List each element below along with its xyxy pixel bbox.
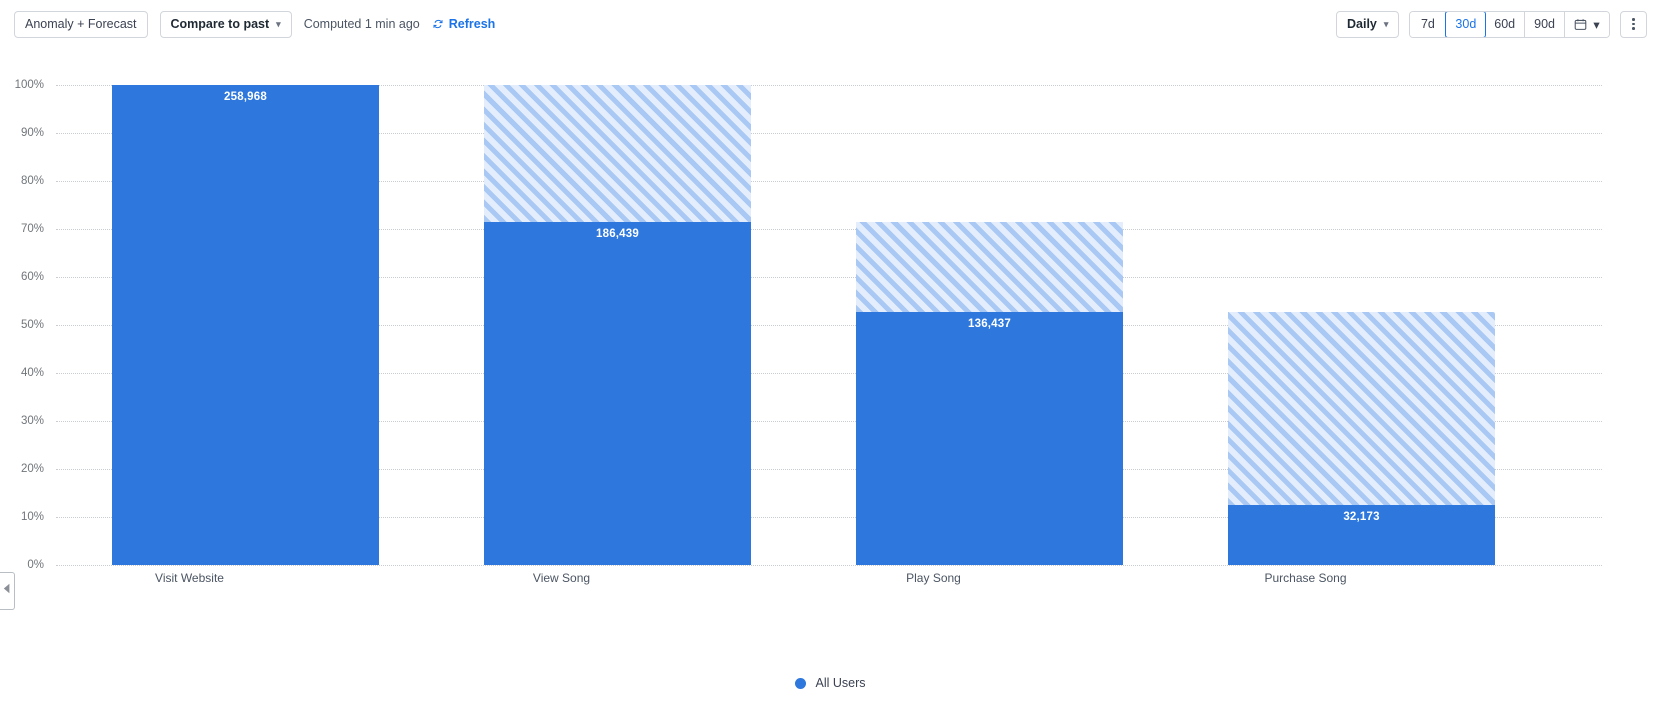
date-range-segmented-control: 7d 30d 60d 90d ▾ <box>1409 10 1610 38</box>
granularity-dropdown[interactable]: Daily ▾ <box>1336 10 1400 38</box>
compare-to-past-label: Compare to past <box>170 17 270 31</box>
bar-solid-view-song[interactable] <box>484 222 751 565</box>
bar-series-container: 258,968 186,439 136,437 32,173 <box>56 85 1602 565</box>
range-button-90d[interactable]: 90d <box>1525 11 1565 37</box>
more-options-button[interactable] <box>1620 10 1647 38</box>
y-tick-label: 50% <box>20 319 44 331</box>
bar-group-play-song[interactable]: 136,437 <box>856 85 1123 565</box>
computed-timestamp: Computed 1 min ago <box>303 17 420 31</box>
y-tick-label: 70% <box>20 223 44 235</box>
funnel-chart: 100% 90% 80% 70% 60% 50% 40% 30% 20% 10%… <box>0 48 1661 704</box>
legend-item-label: All Users <box>815 676 866 690</box>
chart-toolbar: Anomaly + Forecast Compare to past ▾ Com… <box>0 0 1661 48</box>
bar-value-label: 136,437 <box>968 318 1011 330</box>
y-tick-label: 30% <box>20 415 44 427</box>
bar-solid-visit-website[interactable] <box>112 85 379 565</box>
y-tick-label: 60% <box>20 271 44 283</box>
custom-date-range-button[interactable]: ▾ <box>1565 11 1609 37</box>
range-label-90d: 90d <box>1534 17 1555 31</box>
bar-forecast-purchase-song[interactable] <box>1228 312 1495 505</box>
anomaly-forecast-label: Anomaly + Forecast <box>25 17 137 31</box>
range-label-7d: 7d <box>1420 17 1435 31</box>
x-tick-label-purchase-song: Purchase Song <box>1264 571 1347 585</box>
range-button-60d[interactable]: 60d <box>1485 11 1526 37</box>
y-axis: 100% 90% 80% 70% 60% 50% 40% 30% 20% 10%… <box>0 79 50 571</box>
range-button-30d[interactable]: 30d <box>1445 11 1487 37</box>
range-button-7d[interactable]: 7d <box>1410 11 1447 37</box>
chevron-down-icon: ▾ <box>276 18 281 29</box>
y-tick-label: 20% <box>20 463 44 475</box>
x-tick-label-visit-website: Visit Website <box>155 571 224 585</box>
refresh-icon <box>432 18 444 30</box>
bar-forecast-play-song[interactable] <box>856 222 1123 312</box>
y-tick-label: 100% <box>14 79 44 91</box>
panel-collapse-handle[interactable] <box>0 572 15 610</box>
toolbar-left-group: Anomaly + Forecast Compare to past ▾ Com… <box>14 10 496 38</box>
toolbar-right-group: Daily ▾ 7d 30d 60d 90d ▾ <box>1336 10 1647 38</box>
bar-group-view-song[interactable]: 186,439 <box>484 85 751 565</box>
bar-value-label: 258,968 <box>224 91 267 103</box>
granularity-label: Daily <box>1347 17 1377 31</box>
anomaly-forecast-button[interactable]: Anomaly + Forecast <box>14 10 148 38</box>
compare-to-past-dropdown[interactable]: Compare to past ▾ <box>159 10 292 38</box>
calendar-icon <box>1574 18 1587 31</box>
bar-value-label: 186,439 <box>596 228 639 240</box>
kebab-menu-icon <box>1632 17 1635 31</box>
range-label-60d: 60d <box>1494 17 1516 31</box>
y-tick-label: 10% <box>20 511 44 523</box>
bar-forecast-view-song[interactable] <box>484 85 751 222</box>
refresh-button[interactable]: Refresh <box>432 17 496 31</box>
y-tick-label: 40% <box>20 367 44 379</box>
refresh-label: Refresh <box>448 17 496 31</box>
range-label-30d: 30d <box>1455 17 1477 31</box>
x-tick-label-play-song: Play Song <box>906 571 961 585</box>
y-tick-label: 80% <box>20 175 44 187</box>
bar-solid-play-song[interactable] <box>856 312 1123 565</box>
bar-value-label: 32,173 <box>1343 511 1380 523</box>
gridline <box>56 565 1602 566</box>
bar-group-purchase-song[interactable]: 32,173 <box>1228 85 1495 565</box>
x-tick-label-view-song: View Song <box>532 571 591 585</box>
chevron-down-icon: ▾ <box>1593 17 1600 32</box>
y-tick-label: 0% <box>27 559 44 571</box>
legend-item-all-users[interactable]: All Users <box>795 676 866 690</box>
chevron-down-icon: ▾ <box>1383 18 1389 29</box>
chart-legend: All Users <box>0 676 1661 690</box>
chevron-left-icon <box>3 582 11 600</box>
legend-color-swatch <box>795 677 807 689</box>
y-tick-label: 90% <box>20 127 44 139</box>
bar-group-visit-website[interactable]: 258,968 <box>112 85 379 565</box>
